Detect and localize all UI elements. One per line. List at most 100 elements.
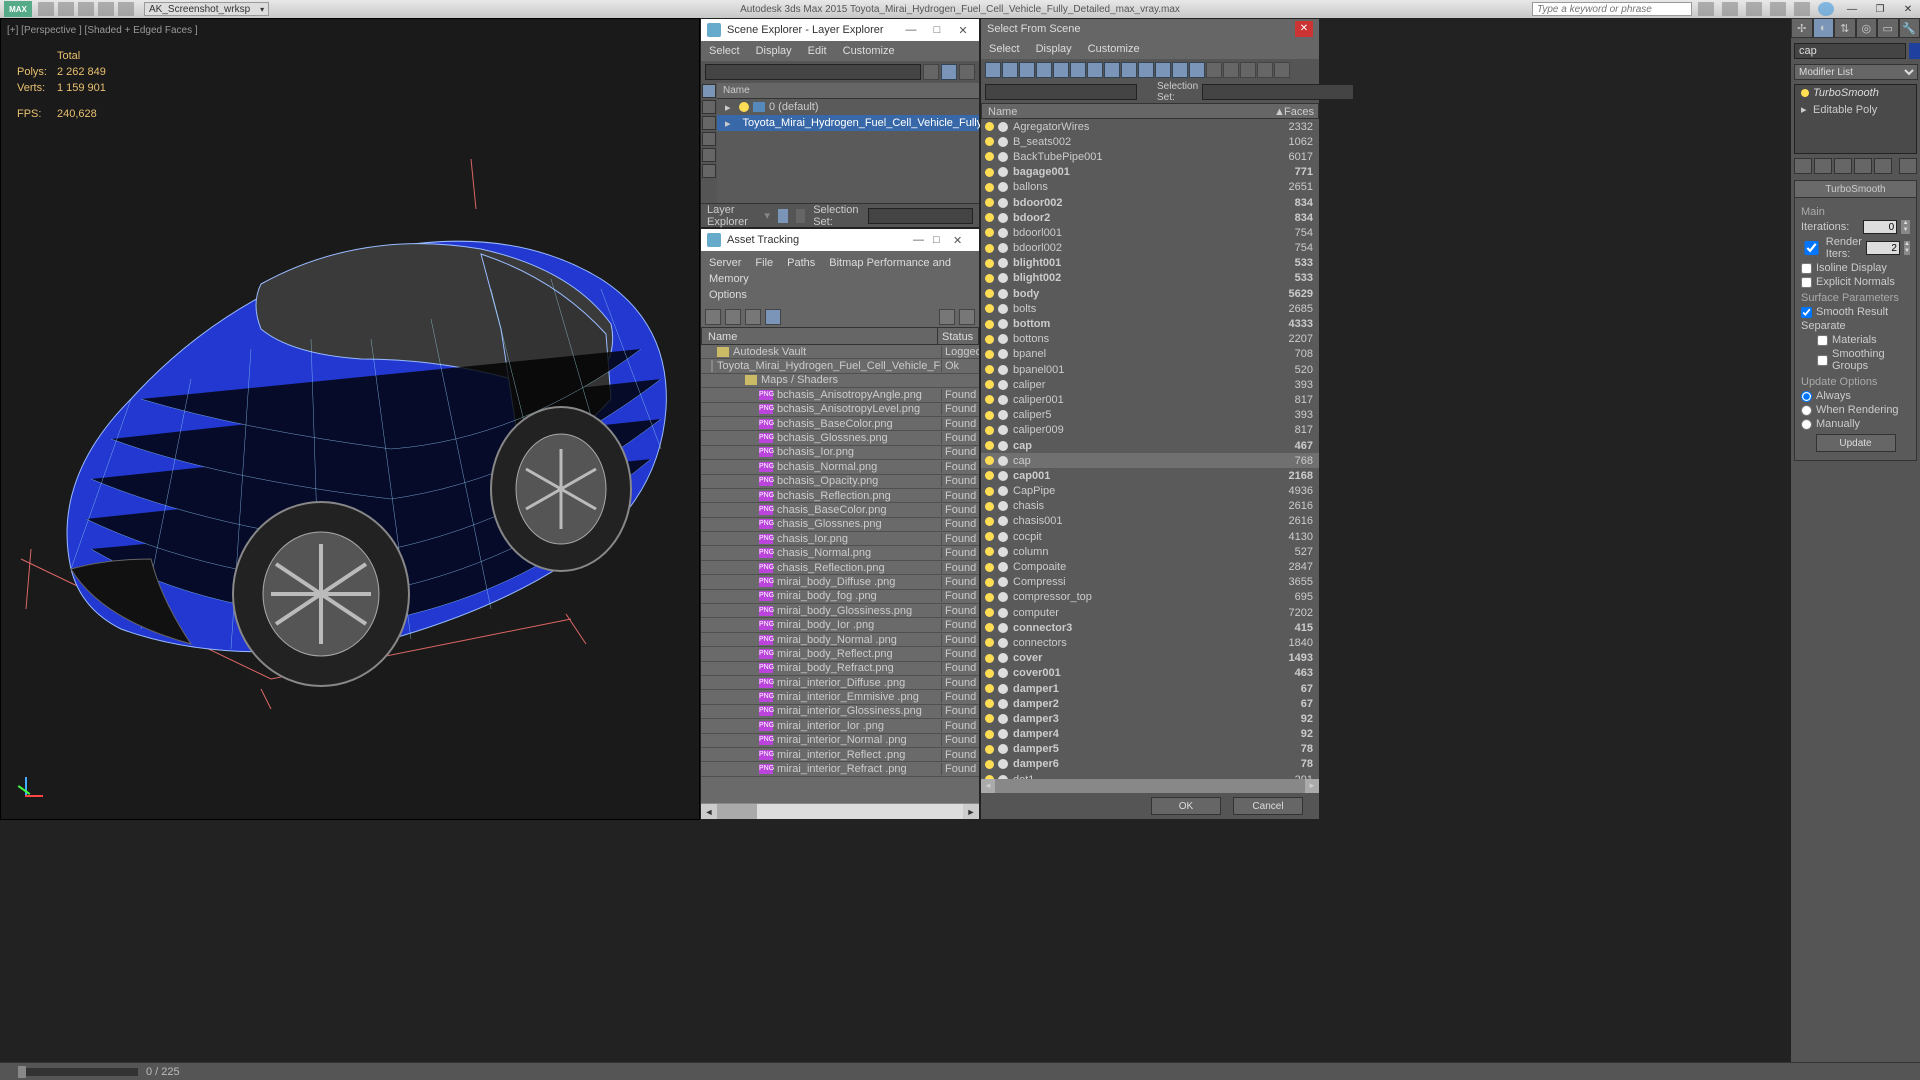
bulb-icon[interactable] (985, 654, 994, 663)
bulb-icon[interactable] (985, 532, 994, 541)
toolbar-icon[interactable] (1794, 2, 1810, 16)
bulb-icon[interactable] (985, 380, 994, 389)
bulb-icon[interactable] (985, 456, 994, 465)
bulb-icon[interactable] (985, 122, 994, 131)
make-unique-icon[interactable] (1834, 158, 1852, 174)
asset-row[interactable]: PNGmirai_interior_Diffuse .pngFound (701, 676, 979, 690)
scene-explorer-titlebar[interactable]: Scene Explorer - Layer Explorer — □ ✕ (701, 19, 979, 41)
scene-object-row[interactable]: caliper001817 (981, 392, 1319, 407)
filter-icon[interactable] (1036, 62, 1052, 78)
scene-object-row[interactable]: damper267 (981, 696, 1319, 711)
bulb-icon[interactable] (985, 244, 994, 253)
asset-row[interactable]: PNGmirai_body_Ior .pngFound (701, 618, 979, 632)
scene-object-row[interactable]: damper167 (981, 681, 1319, 696)
asset-row[interactable]: PNGmirai_interior_Glossiness.pngFound (701, 705, 979, 719)
bulb-icon[interactable] (985, 547, 994, 556)
scroll-left-icon[interactable]: ◄ (981, 779, 995, 793)
filter-icon[interactable] (1189, 62, 1205, 78)
scene-object-row[interactable]: bottons2207 (981, 332, 1319, 347)
scroll-right-icon[interactable]: ► (963, 804, 979, 819)
bulb-icon[interactable] (985, 623, 994, 632)
update-always-radio[interactable] (1801, 391, 1812, 402)
filter-icon[interactable] (1053, 62, 1069, 78)
undo-icon[interactable] (98, 2, 114, 16)
modify-tab-icon[interactable]: ◐ (1813, 18, 1835, 38)
scene-object-row[interactable]: compressor_top695 (981, 590, 1319, 605)
scene-object-row[interactable]: det1291 (981, 772, 1319, 779)
menu-item[interactable]: Select (709, 45, 740, 57)
asset-row[interactable]: PNGmirai_interior_Ior .pngFound (701, 719, 979, 733)
asset-row[interactable]: PNGmirai_interior_Normal .pngFound (701, 734, 979, 748)
filter-icon[interactable] (959, 64, 975, 80)
column-header-name[interactable]: Name (702, 328, 938, 344)
asset-row[interactable]: PNGbchasis_Reflection.pngFound (701, 489, 979, 503)
file-save-icon[interactable] (78, 2, 94, 16)
bulb-icon[interactable] (985, 699, 994, 708)
bulb-icon[interactable] (985, 320, 994, 329)
menu-item[interactable]: Bitmap Performance and Memory (709, 257, 951, 285)
menu-item[interactable]: Edit (808, 45, 827, 57)
scene-object-row[interactable]: bagage001771 (981, 165, 1319, 180)
bulb-icon[interactable] (985, 487, 994, 496)
bulb-icon[interactable] (985, 198, 994, 207)
filter-icon[interactable] (1087, 62, 1103, 78)
scene-object-row[interactable]: cover001463 (981, 666, 1319, 681)
filter-icon[interactable] (1019, 62, 1035, 78)
modifier-list-dropdown[interactable]: Modifier List (1794, 64, 1918, 80)
filter-icon[interactable] (1104, 62, 1120, 78)
scene-object-row[interactable]: cocpit4130 (981, 529, 1319, 544)
menu-item[interactable]: Paths (787, 257, 815, 269)
asset-row[interactable]: PNGchasis_BaseColor.pngFound (701, 503, 979, 517)
window-minimize[interactable]: — (901, 24, 921, 36)
window-minimize[interactable]: — (1840, 2, 1864, 16)
bulb-icon[interactable] (985, 152, 994, 161)
update-manually-radio[interactable] (1801, 419, 1812, 430)
scene-object-row[interactable]: bdoorl002754 (981, 241, 1319, 256)
scene-object-row[interactable]: BackTubePipe0016017 (981, 149, 1319, 164)
bulb-icon[interactable] (985, 426, 994, 435)
scene-explorer-search[interactable] (705, 64, 921, 80)
bulb-icon[interactable] (985, 304, 994, 313)
scene-object-row[interactable]: bpanel708 (981, 347, 1319, 362)
render-iters-input[interactable] (1866, 241, 1900, 255)
scene-object-row[interactable]: chasis2616 (981, 499, 1319, 514)
spinner-arrows[interactable]: ▲▼ (1901, 220, 1910, 234)
asset-row[interactable]: PNGbchasis_AnisotropyAngle.pngFound (701, 388, 979, 402)
isoline-checkbox[interactable] (1801, 263, 1812, 274)
scene-object-row[interactable]: cover1493 (981, 651, 1319, 666)
asset-row[interactable]: PNGchasis_Reflection.pngFound (701, 561, 979, 575)
bulb-icon[interactable] (985, 608, 994, 617)
scene-object-row[interactable]: cap768 (981, 453, 1319, 468)
column-header-name[interactable]: Name (717, 83, 979, 99)
bulb-icon[interactable] (985, 213, 994, 222)
asset-row[interactable]: PNGbchasis_AnisotropyLevel.pngFound (701, 403, 979, 417)
scene-object-row[interactable]: column527 (981, 544, 1319, 559)
redo-icon[interactable] (118, 2, 134, 16)
modifier-item[interactable]: Editable Poly (1813, 104, 1877, 116)
scene-object-row[interactable]: cap0012168 (981, 468, 1319, 483)
asset-row[interactable]: PNGmirai_interior_Refract .pngFound (701, 762, 979, 776)
display-helpers-icon[interactable] (702, 164, 716, 178)
clear-icon[interactable] (923, 64, 939, 80)
asset-row[interactable]: PNGmirai_body_Normal .pngFound (701, 633, 979, 647)
selection-set-input[interactable] (868, 208, 973, 224)
bulb-icon[interactable] (985, 745, 994, 754)
object-name-input[interactable] (1794, 43, 1906, 59)
toolbar-icon[interactable] (1698, 2, 1714, 16)
bulb-icon[interactable] (985, 730, 994, 739)
asset-row[interactable]: PNGchasis_Normal.pngFound (701, 546, 979, 560)
scene-object-row[interactable]: CapPipe4936 (981, 484, 1319, 499)
scene-object-row[interactable]: Compressi3655 (981, 575, 1319, 590)
show-end-icon[interactable] (1814, 158, 1832, 174)
bulb-icon[interactable] (985, 335, 994, 344)
cancel-button[interactable]: Cancel (1233, 797, 1303, 815)
bulb-icon[interactable] (985, 578, 994, 587)
render-iters-checkbox[interactable] (1801, 241, 1822, 255)
bulb-icon[interactable] (985, 183, 994, 192)
bulb-icon[interactable] (985, 669, 994, 678)
hierarchy-tab-icon[interactable]: ⇅ (1834, 18, 1856, 38)
smoothing-groups-checkbox[interactable] (1817, 355, 1828, 366)
bulb-icon[interactable] (985, 259, 994, 268)
modifier-item[interactable]: TurboSmooth (1813, 87, 1879, 99)
menu-item[interactable]: Display (1036, 43, 1072, 55)
